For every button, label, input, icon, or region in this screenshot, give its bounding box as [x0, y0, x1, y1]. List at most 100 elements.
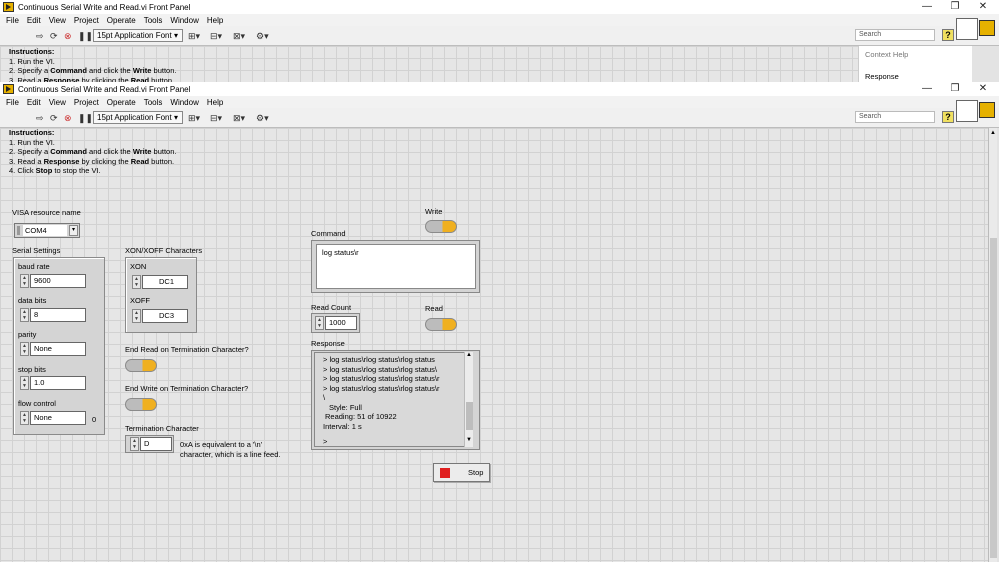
- xoff-stepper[interactable]: ▲ ▼: [132, 309, 141, 323]
- menu-window[interactable]: Window: [170, 98, 198, 107]
- visa-dropdown-icon[interactable]: ▾: [69, 225, 78, 236]
- parity-input[interactable]: None: [30, 342, 86, 356]
- stop-icon: [440, 467, 450, 478]
- end-read-toggle[interactable]: [125, 359, 157, 372]
- stop-bits-input[interactable]: 1.0: [30, 376, 86, 390]
- instr-4b: Stop: [35, 166, 53, 175]
- end-write-toggle[interactable]: [125, 398, 157, 411]
- back-window-titlebar[interactable]: Continuous Serial Write and Read.vi Fron…: [0, 0, 999, 14]
- write-button[interactable]: [425, 220, 457, 233]
- menu-help[interactable]: Help: [207, 98, 223, 107]
- menu-edit[interactable]: Edit: [27, 16, 41, 25]
- reorder-icon[interactable]: ⚙▾: [256, 113, 269, 124]
- baud-rate-stepper[interactable]: ▲ ▼: [20, 274, 29, 288]
- response-line: > log status\rlog status\rlog status: [323, 355, 435, 364]
- minimize-icon[interactable]: —: [912, 0, 942, 14]
- termination-label: Termination Character: [125, 424, 199, 433]
- resize-icon[interactable]: ⊠▾: [233, 113, 245, 124]
- termination-stepper[interactable]: ▲ ▼: [130, 437, 139, 451]
- menu-view[interactable]: View: [49, 98, 66, 107]
- scroll-thumb[interactable]: [990, 238, 997, 558]
- menu-tools[interactable]: Tools: [144, 98, 163, 107]
- xon-input[interactable]: DC1: [142, 275, 188, 289]
- stop-button[interactable]: Stop: [433, 463, 490, 482]
- vi-icon[interactable]: [979, 102, 995, 118]
- distribute-icon[interactable]: ⊟▾: [210, 113, 222, 124]
- run-continuously-icon[interactable]: ⟳: [50, 113, 58, 124]
- abort-icon[interactable]: ⊗: [64, 31, 72, 42]
- stop-bits-stepper[interactable]: ▲ ▼: [20, 376, 29, 390]
- response-scrollbar[interactable]: ▲ ▼: [464, 352, 473, 447]
- back-search-placeholder: Search: [859, 31, 882, 38]
- font-selector[interactable]: 15pt Application Font ▾: [93, 29, 183, 42]
- data-bits-stepper[interactable]: ▲ ▼: [20, 308, 29, 322]
- termination-input[interactable]: D: [140, 437, 172, 451]
- instructions-title: Instructions:: [9, 128, 55, 137]
- menu-edit[interactable]: Edit: [27, 98, 41, 107]
- close-icon[interactable]: ✕: [968, 82, 998, 96]
- scroll-up-icon[interactable]: ▲: [990, 130, 996, 136]
- menu-project[interactable]: Project: [74, 98, 99, 107]
- align-icon[interactable]: ⊞▾: [188, 31, 200, 42]
- connector-pane-icon[interactable]: [956, 100, 978, 122]
- menu-help[interactable]: Help: [207, 16, 223, 25]
- xon-stepper[interactable]: ▲ ▼: [132, 275, 141, 289]
- front-search-input[interactable]: Search: [855, 111, 935, 123]
- resize-icon[interactable]: ⊠▾: [233, 31, 245, 42]
- response-scroll-up-icon[interactable]: ▲: [466, 352, 472, 358]
- write-label: Write: [425, 207, 443, 216]
- help-icon[interactable]: ?: [942, 29, 954, 41]
- help-icon[interactable]: ?: [942, 111, 954, 123]
- connector-pane-icon[interactable]: [956, 18, 978, 40]
- run-continuously-icon[interactable]: ⟳: [50, 31, 58, 42]
- close-icon[interactable]: ✕: [968, 0, 998, 14]
- termination-note-1: 0xA is equivalent to a '\n': [180, 440, 263, 449]
- parity-stepper[interactable]: ▲ ▼: [20, 342, 29, 356]
- font-selector[interactable]: 15pt Application Font ▾: [93, 111, 183, 124]
- menu-file[interactable]: File: [6, 98, 19, 107]
- run-icon[interactable]: ⇨: [36, 31, 44, 42]
- distribute-icon[interactable]: ⊟▾: [210, 31, 222, 42]
- instructions: Instructions: 1. Run the VI. 2. Specify …: [9, 128, 176, 176]
- run-icon[interactable]: ⇨: [36, 113, 44, 124]
- read-button[interactable]: [425, 318, 457, 331]
- command-input[interactable]: log status\r: [316, 244, 476, 289]
- menu-tools[interactable]: Tools: [144, 16, 163, 25]
- response-scroll-down-icon[interactable]: ▼: [466, 437, 472, 443]
- flow-control-stepper[interactable]: ▲ ▼: [20, 411, 29, 425]
- pause-icon[interactable]: ❚❚: [78, 31, 93, 42]
- menu-project[interactable]: Project: [74, 16, 99, 25]
- restore-icon[interactable]: ❐: [940, 82, 970, 96]
- reorder-icon[interactable]: ⚙▾: [256, 31, 269, 42]
- read-count-input[interactable]: 1000: [325, 316, 357, 330]
- visa-resource-control[interactable]: COM4 ▾: [14, 223, 80, 238]
- read-label: Read: [425, 304, 443, 313]
- xoff-input[interactable]: DC3: [142, 309, 188, 323]
- read-count-stepper[interactable]: ▲ ▼: [315, 316, 324, 330]
- restore-icon[interactable]: ❐: [940, 0, 970, 14]
- vi-icon[interactable]: [979, 20, 995, 36]
- menu-file[interactable]: File: [6, 16, 19, 25]
- flow-control-input[interactable]: None: [30, 411, 86, 425]
- pause-icon[interactable]: ❚❚: [78, 113, 93, 124]
- baud-rate-input[interactable]: 9600: [30, 274, 86, 288]
- vertical-scrollbar[interactable]: ▲: [988, 128, 997, 562]
- back-search-input[interactable]: Search: [855, 29, 935, 41]
- menu-operate[interactable]: Operate: [107, 16, 136, 25]
- menu-window[interactable]: Window: [170, 16, 198, 25]
- back-window-title: Continuous Serial Write and Read.vi Fron…: [18, 2, 191, 12]
- minimize-icon[interactable]: —: [912, 82, 942, 96]
- data-bits-input[interactable]: 8: [30, 308, 86, 322]
- menu-view[interactable]: View: [49, 16, 66, 25]
- instr-3b: Response: [43, 156, 80, 166]
- front-window-titlebar[interactable]: Continuous Serial Write and Read.vi Fron…: [0, 82, 999, 96]
- back-instr-2d: Write: [132, 66, 152, 75]
- instr-3d: Read: [130, 156, 150, 166]
- front-window-title: Continuous Serial Write and Read.vi Fron…: [18, 84, 191, 94]
- align-icon[interactable]: ⊞▾: [188, 113, 200, 124]
- menu-operate[interactable]: Operate: [107, 98, 136, 107]
- abort-icon[interactable]: ⊗: [64, 113, 72, 124]
- command-value: log status\r: [322, 248, 359, 257]
- visa-label: VISA resource name: [12, 208, 81, 217]
- response-scroll-thumb[interactable]: [466, 402, 473, 430]
